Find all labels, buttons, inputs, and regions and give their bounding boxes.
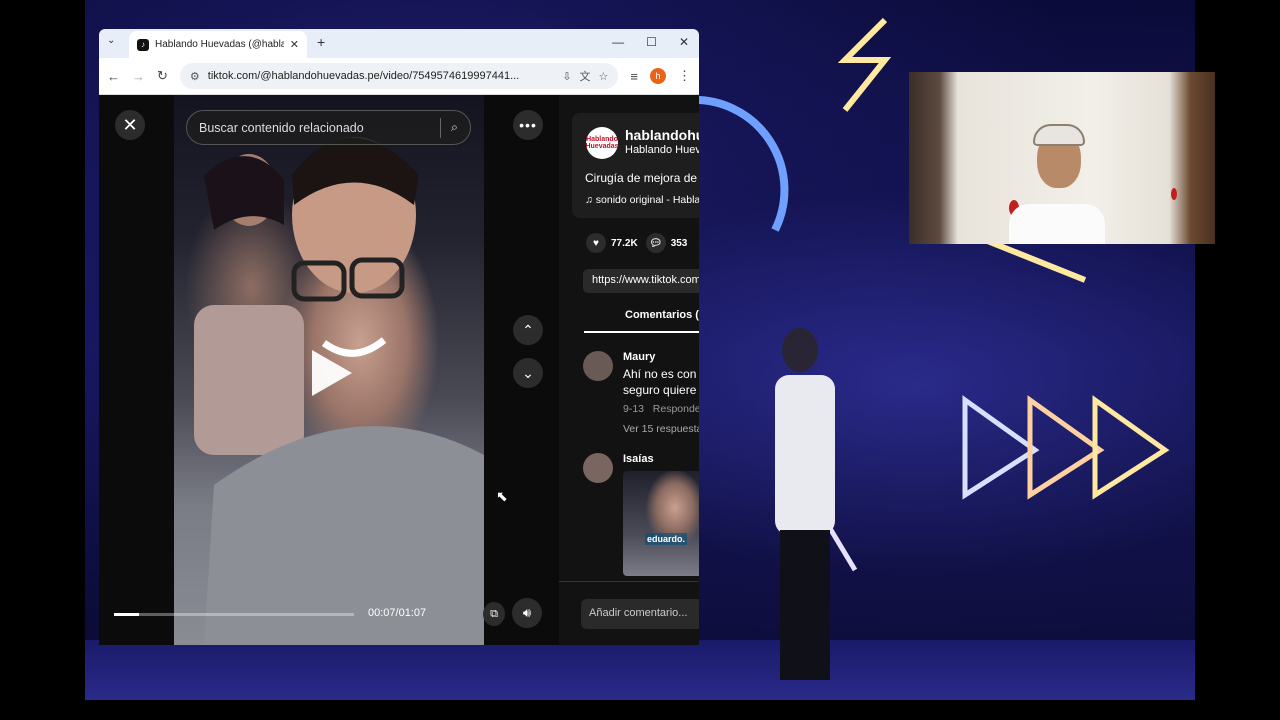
tab-search-chevron-icon[interactable]: ⌄	[107, 35, 115, 46]
comment-stat[interactable]: 💬︎ 353	[645, 233, 688, 253]
related-search-input[interactable]: Buscar contenido relacionado ⌕	[186, 110, 471, 145]
stage-floor	[85, 640, 1195, 700]
mouse-cursor-icon: ⬉	[496, 488, 508, 504]
search-divider	[439, 117, 441, 138]
close-video-button[interactable]: ✕	[115, 110, 145, 140]
url-text: tiktok.com/@hablandohuevadas.pe/video/75…	[207, 70, 520, 82]
tab-close-icon[interactable]: ✕	[290, 38, 299, 51]
comment-icon: 💬︎	[645, 233, 666, 253]
person-shirt	[1009, 204, 1105, 244]
more-options-button[interactable]: •••	[513, 110, 543, 140]
reply-link[interactable]: Responder	[653, 403, 699, 415]
back-arrow-icon[interactable]: ←	[107, 69, 120, 84]
bookmark-star-icon[interactable]: ☆	[599, 70, 609, 83]
tab-bar: ⌄ ♪ Hablando Huevadas (@hablandohuevadas…	[99, 29, 699, 58]
panel-divider	[559, 581, 699, 582]
translate-icon[interactable]: 文	[580, 68, 591, 84]
tab-comments[interactable]: Comentarios (353)	[584, 309, 699, 333]
commenter-avatar[interactable]	[583, 453, 613, 483]
webcam-person	[1009, 124, 1105, 244]
tab-title: Hablando Huevadas (@hablandohuevadas.pe)	[155, 39, 284, 50]
install-app-icon[interactable]: ⇩	[562, 70, 571, 83]
heart-icon: ♥	[586, 233, 606, 253]
view-replies-link[interactable]: Ver 15 respuestas	[623, 423, 699, 435]
comment-image-caption: eduardo.	[645, 533, 688, 545]
sound-label[interactable]: ♫ sonido original - Hablando Huevadas	[585, 194, 699, 206]
tiktok-icon: ♪	[137, 38, 149, 51]
minimize-button[interactable]: —	[612, 35, 624, 49]
creator-handle[interactable]: hablandohuevadas.pe	[625, 127, 699, 143]
reload-icon[interactable]: ↻	[157, 68, 168, 84]
wall-stain	[1171, 188, 1177, 200]
close-window-button[interactable]: ✕	[679, 35, 689, 49]
comment-meta: 9-13 Responder	[623, 403, 699, 415]
progress-fill	[114, 613, 140, 616]
search-placeholder: Buscar contenido relacionado	[199, 120, 364, 135]
commenter-avatar[interactable]	[583, 351, 613, 381]
browser-window: ⌄ ♪ Hablando Huevadas (@hablandohuevadas…	[99, 29, 699, 645]
video-time: 00:07/01:07	[368, 607, 427, 619]
picture-in-picture-icon[interactable]: ⧉	[483, 602, 505, 626]
video-area: ✕ Buscar contenido relacionado ⌕ ••• ⌃ ⌄…	[99, 95, 559, 645]
play-icon[interactable]	[312, 350, 352, 396]
video-progress-bar[interactable]	[114, 613, 354, 616]
active-tab-indicator	[584, 331, 699, 333]
volume-icon[interactable]: 🔊︎	[512, 598, 542, 628]
comments-tab-label: Comentarios (353)	[625, 309, 699, 321]
video-description: Cirugía de mejora de	[585, 171, 698, 185]
commenter-name[interactable]: Maury	[623, 351, 655, 363]
comment-date: 9-13	[623, 403, 645, 415]
comment-line-1: Ahí no es con	[623, 367, 697, 381]
previous-video-button[interactable]: ⌃	[513, 315, 543, 345]
comment-line-2: seguro quiere	[623, 383, 697, 397]
address-bar-row: ← → ↻ ⚙ tiktok.com/@hablandohuevadas.pe/…	[99, 58, 699, 95]
url-field[interactable]: ⚙ tiktok.com/@hablandohuevadas.pe/video/…	[179, 63, 619, 89]
creator-card: Hablando Huevadas hablandohuevadas.pe Ha…	[572, 113, 699, 218]
copy-link-field[interactable]: https://www.tiktok.com/@hablandohuevadas…	[583, 269, 699, 293]
next-video-button[interactable]: ⌄	[513, 358, 543, 388]
person-cap	[1033, 124, 1085, 146]
add-comment-input[interactable]: Añadir comentario...	[581, 599, 699, 629]
webcam-overlay	[909, 72, 1215, 244]
maximize-button[interactable]: ☐	[646, 35, 657, 49]
like-stat[interactable]: ♥ 77.2K	[586, 233, 638, 253]
engagement-stats: ♥ 77.2K 💬︎ 353	[586, 233, 687, 253]
performer-silhouette	[775, 328, 835, 680]
comment-text: Ahí no es con seguro quiere	[623, 366, 696, 398]
search-icon[interactable]: ⌕	[451, 120, 458, 135]
forward-arrow-icon[interactable]: →	[132, 69, 145, 84]
like-count: 77.2K	[611, 237, 638, 249]
creator-avatar[interactable]: Hablando Huevadas	[585, 127, 619, 159]
creator-display-name: Hablando Huevadas	[625, 144, 699, 156]
sound-name: sonido original - Hablando Huevadas	[595, 194, 699, 206]
menu-kebab-icon[interactable]: ⋮	[678, 68, 691, 84]
comment-image[interactable]: eduardo.	[623, 471, 699, 576]
profile-avatar[interactable]: h	[650, 68, 666, 84]
window-controls: — ☐ ✕	[612, 35, 689, 49]
tiktok-page: ✕ Buscar contenido relacionado ⌕ ••• ⌃ ⌄…	[99, 95, 699, 645]
site-info-icon[interactable]: ⚙	[190, 70, 200, 83]
new-tab-button[interactable]: +	[317, 34, 325, 50]
media-control-icon[interactable]: ≡	[630, 69, 638, 84]
browser-tab[interactable]: ♪ Hablando Huevadas (@hablandohuevadas.p…	[129, 31, 307, 58]
comment-count: 353	[670, 237, 688, 249]
commenter-name[interactable]: Isaías	[623, 453, 654, 465]
info-panel: Hablando Huevadas hablandohuevadas.pe Ha…	[559, 95, 699, 645]
